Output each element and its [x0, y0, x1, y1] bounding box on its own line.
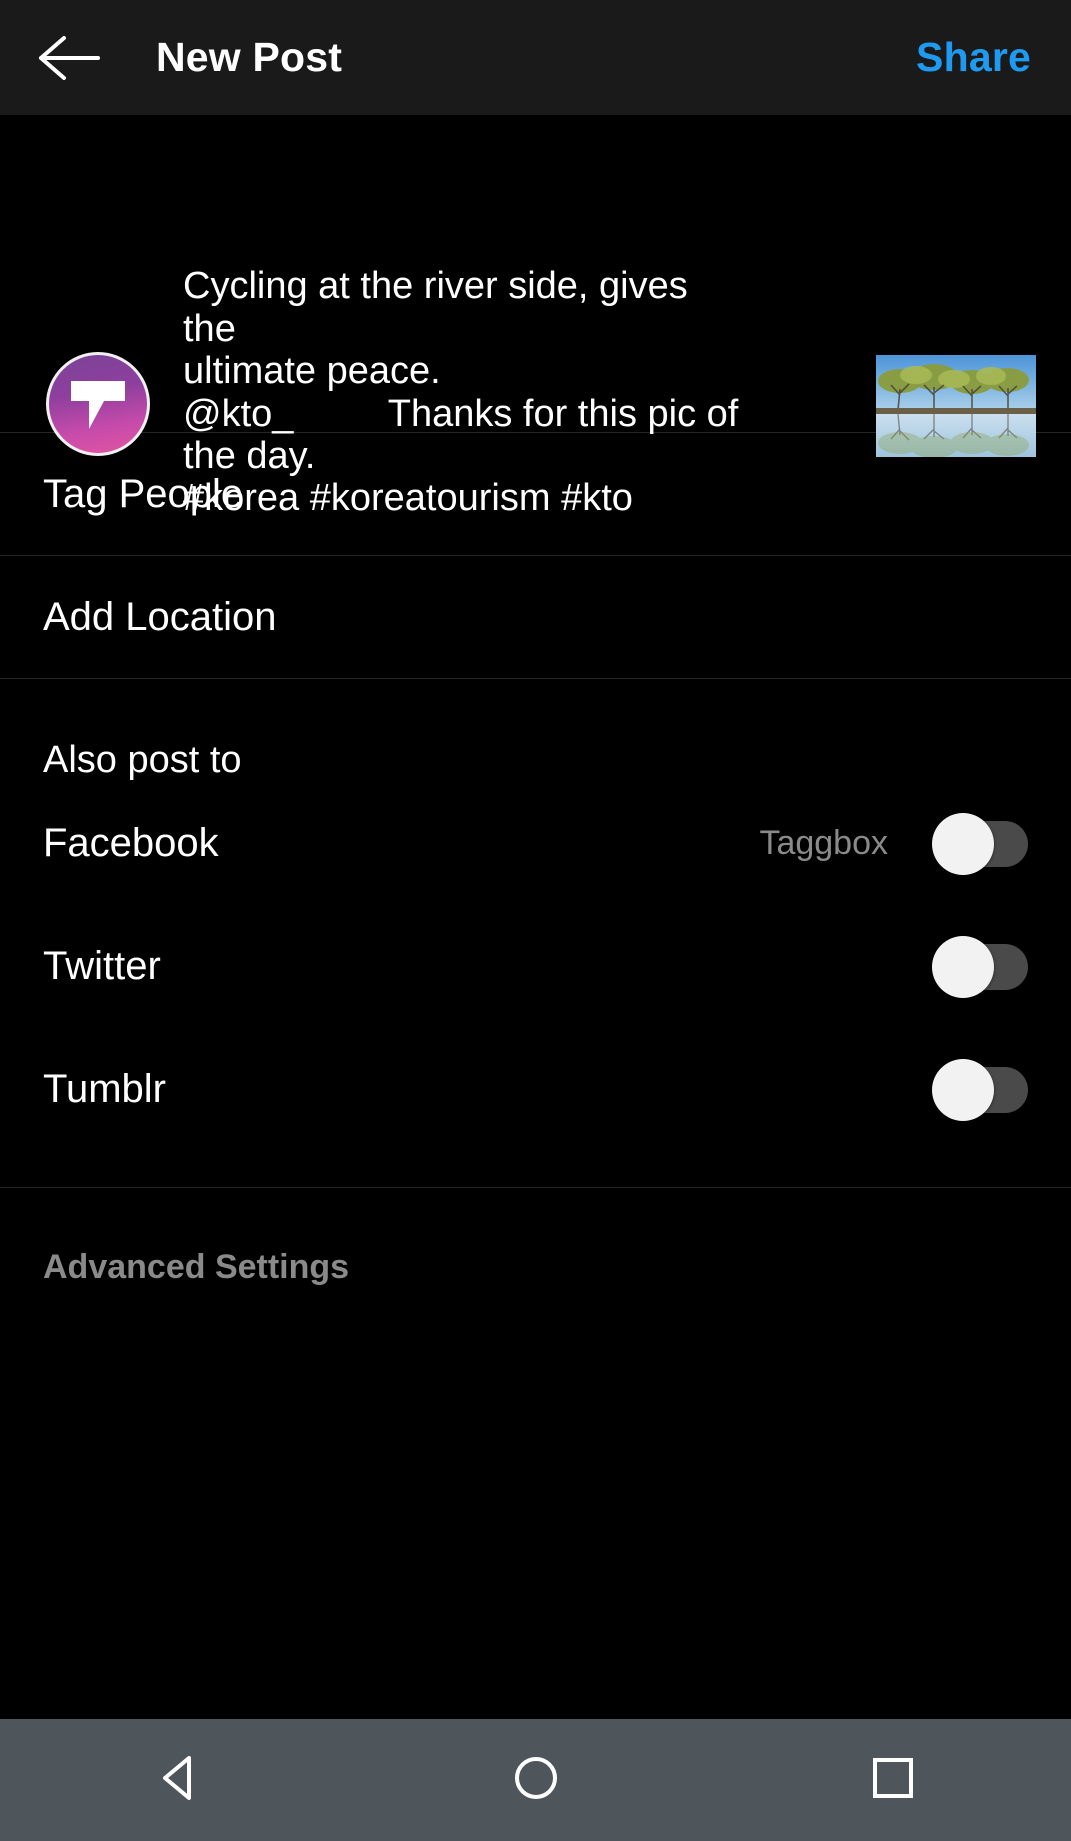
- triangle-back-icon: [157, 1755, 201, 1806]
- nav-back-button[interactable]: [119, 1719, 239, 1841]
- app-header: New Post Share: [0, 0, 1071, 115]
- arrow-left-icon: [38, 35, 100, 81]
- social-label-twitter: Twitter: [43, 944, 161, 988]
- thumbnail-image: [876, 355, 1036, 457]
- avatar: [46, 352, 150, 456]
- menu-item-add-location[interactable]: Add Location: [0, 556, 1071, 679]
- caption-hashtags[interactable]: #korea #koreatourism #kto: [183, 477, 633, 520]
- also-post-to-heading: Also post to: [43, 739, 242, 781]
- back-button[interactable]: [34, 23, 104, 93]
- social-row-tumblr[interactable]: Tumblr: [0, 1028, 1071, 1151]
- social-label-tumblr: Tumblr: [43, 1067, 166, 1111]
- taggbox-logo-icon: [67, 375, 129, 433]
- toggle-tumblr[interactable]: [932, 1058, 1028, 1121]
- social-label-facebook: Facebook: [43, 821, 219, 865]
- toggle-knob: [932, 1058, 994, 1121]
- toggle-knob: [932, 935, 994, 998]
- new-post-screen: New Post Share Cycling at the river side…: [0, 0, 1071, 1841]
- caption-section: Cycling at the river side, gives the ult…: [0, 115, 1071, 519]
- share-button[interactable]: Share: [916, 34, 1037, 81]
- toggle-knob: [932, 812, 994, 875]
- menu-item-label: Add Location: [43, 594, 277, 639]
- also-post-to-section: Also post to Facebook Taggbox Twitter Tu…: [0, 679, 1071, 1188]
- android-navbar: [0, 1719, 1071, 1841]
- toggle-twitter[interactable]: [932, 935, 1028, 998]
- circle-home-icon: [513, 1755, 559, 1806]
- post-thumbnail[interactable]: [876, 355, 1036, 457]
- nav-recents-button[interactable]: [833, 1719, 953, 1841]
- advanced-settings-link[interactable]: Advanced Settings: [0, 1188, 1071, 1287]
- page-title: New Post: [156, 34, 343, 80]
- social-account-facebook: Taggbox: [759, 824, 888, 862]
- nav-home-button[interactable]: [476, 1719, 596, 1841]
- square-recents-icon: [871, 1756, 915, 1805]
- social-row-facebook[interactable]: Facebook Taggbox: [0, 782, 1071, 905]
- toggle-facebook[interactable]: [932, 812, 1028, 875]
- caption-input[interactable]: Cycling at the river side, gives the ult…: [183, 265, 743, 478]
- social-row-twitter[interactable]: Twitter: [0, 905, 1071, 1028]
